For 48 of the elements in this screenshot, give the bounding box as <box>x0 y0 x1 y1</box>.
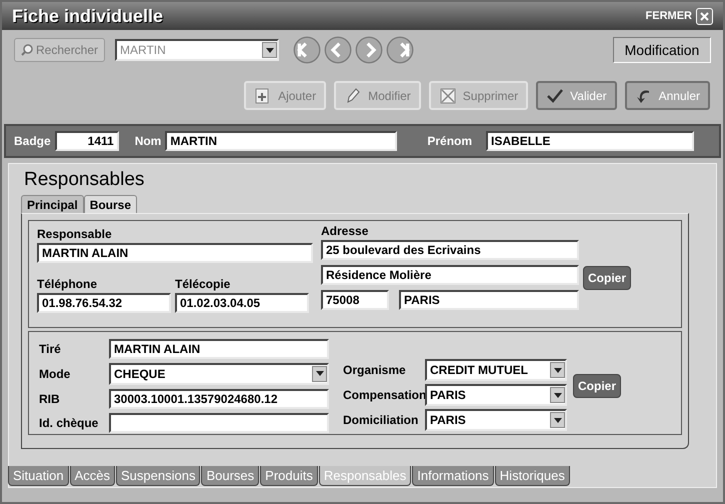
first-name-field[interactable]: ISABELLE <box>486 131 694 151</box>
close-icon[interactable] <box>696 8 713 24</box>
domiciliation-combo[interactable]: PARIS <box>425 409 567 431</box>
name-field[interactable]: MARTIN <box>165 131 398 151</box>
address-field[interactable]: 25 boulevard des Ecrivains <box>321 240 579 260</box>
copy-button[interactable]: Copier <box>573 374 622 398</box>
subtab[interactable]: Bourse <box>84 195 138 213</box>
field-label: Badge <box>14 133 51 150</box>
field-label: Responsable <box>37 226 113 243</box>
crossed-page-icon <box>438 86 457 104</box>
field-label: Domiciliation <box>343 412 420 429</box>
responsable-field[interactable]: MARTIN ALAIN <box>37 243 313 263</box>
postal-code-field[interactable]: 75008 <box>321 290 389 310</box>
last-record-icon[interactable] <box>386 36 414 64</box>
search-icon <box>21 44 33 56</box>
rib-field[interactable]: 30003.10001.13579024680.12 <box>109 389 329 410</box>
compensation-combo[interactable]: PARIS <box>425 384 567 406</box>
next-record-icon[interactable] <box>355 36 384 64</box>
field-label: Organisme <box>343 362 407 379</box>
fax-field[interactable]: 01.02.03.04.05 <box>175 293 309 313</box>
city-field[interactable]: PARIS <box>399 290 579 310</box>
search-combo[interactable]: MARTIN <box>115 39 280 61</box>
window-title: Fiche individuelle <box>12 4 164 28</box>
drawee-field[interactable]: MARTIN ALAIN <box>109 338 329 359</box>
previous-record-icon[interactable] <box>324 36 352 64</box>
field-label: Tiré <box>39 340 62 358</box>
organism-combo[interactable]: CREDIT MUTUEL <box>425 359 567 381</box>
section-title: Responsables <box>23 168 146 192</box>
field-label: Nom <box>134 133 162 150</box>
field-label: Adresse <box>321 225 370 237</box>
subtab[interactable]: Principal <box>21 195 84 213</box>
field-label: Id. chèque <box>39 415 100 432</box>
cheque-id-field[interactable] <box>109 413 329 434</box>
field-label: Téléphone <box>37 276 98 293</box>
field-label: Mode <box>39 366 72 383</box>
first-record-icon[interactable] <box>293 36 322 64</box>
copy-button[interactable]: Copier <box>583 266 632 290</box>
close-label: FERMER <box>646 8 692 24</box>
mode-combo[interactable]: CHEQUE <box>109 362 329 385</box>
field-label: Compensation <box>343 387 425 404</box>
field-label: RIB <box>39 391 61 408</box>
field-label: Prénom <box>427 133 472 150</box>
checkmark-icon <box>546 86 564 104</box>
badge-field[interactable]: 1411 <box>54 131 119 151</box>
field-label: Télécopie <box>175 276 232 293</box>
phone-field[interactable]: 01.98.76.54.32 <box>37 293 171 313</box>
mode-indicator: Modification <box>613 37 711 63</box>
address-field[interactable]: Résidence Molière <box>321 265 579 285</box>
